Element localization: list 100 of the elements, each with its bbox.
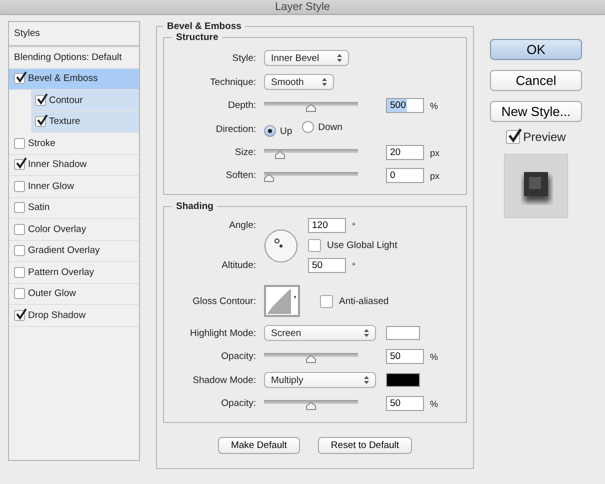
dialog-button[interactable]: OK [490, 39, 582, 60]
slider-thumb[interactable] [306, 104, 316, 112]
field-label: Style: [231, 52, 256, 64]
unit-label: % [430, 352, 438, 362]
contour-picker[interactable] [264, 285, 300, 317]
checkbox[interactable] [506, 130, 520, 144]
style-item[interactable]: Outer Glow [9, 284, 139, 305]
checkbox[interactable] [14, 310, 25, 321]
dialog-button[interactable]: New Style... [490, 101, 582, 122]
field-label: Highlight Mode: [188, 328, 256, 338]
unit-label: % [430, 100, 438, 110]
stepper-icon [337, 54, 342, 62]
slider-thumb[interactable] [274, 150, 285, 158]
style-label: Inner Shadow [28, 159, 87, 170]
panel-button[interactable]: Make Default [218, 437, 300, 454]
style-item[interactable]: Satin [9, 198, 139, 219]
number-field[interactable]: 500 [386, 98, 424, 113]
dropdown[interactable]: Screen [264, 325, 376, 341]
checkbox[interactable] [14, 202, 25, 214]
slider-thumb[interactable] [264, 174, 274, 182]
unit-label: % [430, 398, 438, 408]
style-label: Blending Options: Default [14, 52, 122, 63]
preview-thumbnail [504, 154, 568, 218]
radio-button[interactable] [302, 121, 314, 133]
field-label: Soften: [224, 170, 256, 181]
style-item[interactable]: Gradient Overlay [9, 240, 139, 262]
style-label: Inner Glow [28, 180, 74, 192]
field-label: Shadow Mode: [192, 374, 256, 386]
unit-label: px [430, 148, 440, 158]
style-item[interactable]: Inner Shadow [9, 154, 139, 176]
stepper-icon [364, 329, 369, 337]
field-label: Direction: [214, 124, 256, 134]
checkbox[interactable] [14, 288, 25, 300]
checkbox-label: Anti-aliased [339, 296, 389, 306]
field-label: Gloss Contour: [192, 296, 256, 306]
field-label: Angle: [228, 220, 256, 231]
checkbox[interactable] [14, 245, 25, 256]
color-swatch[interactable] [386, 373, 420, 387]
panel-button[interactable]: Reset to Default [318, 437, 412, 454]
checkbox[interactable] [320, 294, 333, 308]
style-label: Satin [28, 202, 50, 214]
number-field[interactable]: 50 [308, 258, 346, 273]
checkbox[interactable] [35, 116, 46, 128]
radio-option[interactable]: Up [264, 125, 292, 137]
style-item[interactable]: Drop Shadow [9, 305, 139, 326]
color-swatch[interactable] [386, 326, 420, 340]
checkbox[interactable] [35, 94, 46, 106]
checkbox-label: Preview [523, 130, 566, 144]
style-label: Stroke [28, 138, 56, 149]
radio-label: Down [318, 122, 342, 132]
stepper-icon [322, 78, 327, 86]
field-label: Size: [234, 147, 256, 158]
checkbox[interactable] [14, 180, 25, 192]
style-label: Outer Glow [28, 288, 76, 300]
number-field[interactable]: 0 [386, 168, 424, 183]
stepper-icon [364, 376, 369, 384]
style-label: Gradient Overlay [28, 245, 100, 256]
style-item[interactable]: Stroke [9, 133, 139, 154]
style-item[interactable]: Inner Glow [9, 176, 139, 198]
group-title: Bevel & Emboss [166, 21, 242, 32]
angle-dial[interactable] [264, 228, 298, 262]
number-field[interactable]: 20 [386, 145, 424, 160]
field-label: Opacity: [220, 351, 256, 362]
number-field[interactable]: 120 [308, 218, 346, 233]
checkbox-label: Use Global Light [327, 240, 398, 251]
dropdown[interactable]: Smooth [264, 74, 334, 90]
number-field[interactable]: 50 [386, 396, 424, 411]
style-label: Bevel & Emboss [28, 73, 98, 84]
style-label: Texture [49, 116, 80, 128]
checkbox[interactable] [14, 266, 25, 278]
number-field[interactable]: 50 [386, 349, 424, 364]
dropdown[interactable]: Inner Bevel [264, 50, 350, 66]
radio-label: Up [280, 126, 292, 136]
field-label: Technique: [209, 76, 256, 88]
style-label: Contour [49, 94, 83, 106]
radio-option[interactable]: Down [302, 121, 342, 133]
style-item[interactable]: Bevel & Emboss [9, 68, 139, 90]
dropdown[interactable]: Multiply [264, 372, 376, 388]
style-label: Color Overlay [28, 224, 86, 235]
style-item[interactable]: Pattern Overlay [9, 262, 139, 284]
styles-header: Styles [14, 28, 40, 39]
group-title: Structure [175, 32, 220, 43]
style-item[interactable]: Color Overlay [9, 219, 139, 240]
group-title: Shading [175, 201, 214, 212]
style-item[interactable]: Contour [31, 90, 139, 112]
dialog-button[interactable]: Cancel [490, 70, 582, 91]
field-label: Altitude: [220, 260, 256, 271]
style-label: Pattern Overlay [28, 266, 94, 278]
checkbox[interactable] [14, 138, 25, 149]
radio-button[interactable] [264, 125, 276, 137]
checkbox[interactable] [14, 159, 25, 170]
checkbox[interactable] [14, 224, 25, 235]
unit-label: ° [352, 260, 356, 270]
checkbox[interactable] [14, 73, 25, 84]
window-title: Layer Style [274, 1, 330, 13]
style-item[interactable]: Texture [31, 112, 139, 133]
slider-thumb[interactable] [306, 354, 316, 362]
unit-label: px [430, 170, 440, 180]
slider-thumb[interactable] [306, 402, 316, 410]
checkbox[interactable] [308, 239, 321, 252]
